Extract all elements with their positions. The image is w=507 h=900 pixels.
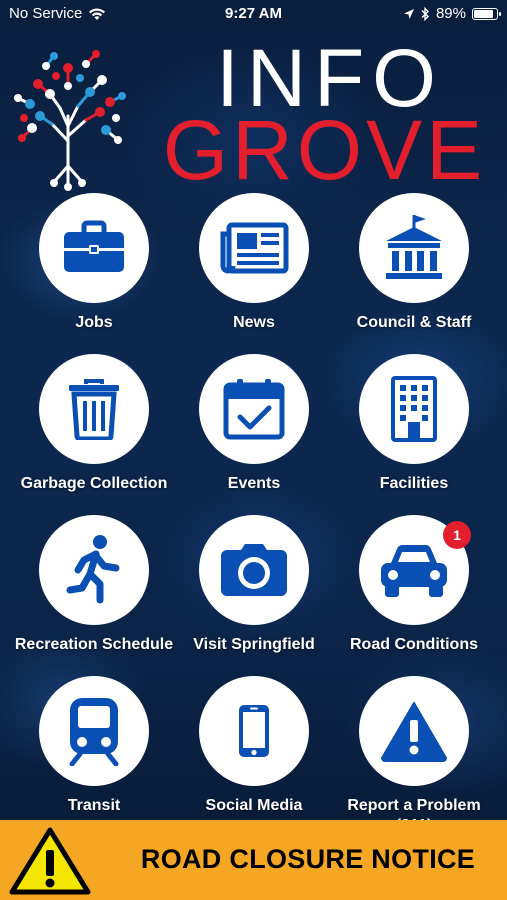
tile-label: News xyxy=(233,314,275,331)
tile-circle[interactable] xyxy=(39,676,149,786)
tile-events[interactable]: Events xyxy=(174,354,334,494)
tile-circle[interactable] xyxy=(199,515,309,625)
tile-label: Council & Staff xyxy=(356,314,472,331)
tile-circle[interactable] xyxy=(39,515,149,625)
tree-logo-icon xyxy=(14,50,126,191)
tile-label: Facilities xyxy=(379,475,449,492)
tile-circle[interactable] xyxy=(359,193,469,303)
tile-label: Social Media xyxy=(205,797,303,814)
app-title-line2: GROVE xyxy=(162,103,487,197)
tile-road-conditions[interactable]: 1 Road Conditions xyxy=(334,515,494,655)
battery-level xyxy=(474,9,493,18)
briefcase-icon xyxy=(64,220,124,272)
warning-triangle-icon xyxy=(9,827,91,895)
status-bar: No Service 9:27 AM 89% xyxy=(0,0,507,28)
tile-council-staff[interactable]: Council & Staff xyxy=(334,193,494,333)
trash-can-icon xyxy=(69,379,119,440)
calendar-check-icon xyxy=(223,379,285,440)
banner-text: ROAD CLOSURE NOTICE xyxy=(140,844,476,874)
tile-label: Events xyxy=(227,475,281,492)
carrier-label: No Service xyxy=(9,5,83,22)
status-right: 89% xyxy=(403,5,501,22)
tile-label: Recreation Schedule xyxy=(14,636,174,653)
tile-recreation-schedule[interactable]: Recreation Schedule xyxy=(14,515,174,655)
tile-circle[interactable] xyxy=(199,193,309,303)
location-arrow-icon xyxy=(403,8,414,19)
smartphone-icon xyxy=(239,705,269,757)
train-icon xyxy=(69,698,119,766)
tile-label: Visit Springfield xyxy=(193,636,315,653)
tile-circle[interactable] xyxy=(359,676,469,786)
tile-facilities[interactable]: Facilities xyxy=(334,354,494,494)
tile-label: Transit xyxy=(67,797,121,814)
tile-news[interactable]: News xyxy=(174,193,334,333)
tile-social-media[interactable]: Social Media xyxy=(174,676,334,816)
government-building-icon xyxy=(386,215,442,279)
tile-report-problem[interactable]: Report a Problem (311) xyxy=(334,676,494,836)
tile-circle[interactable] xyxy=(199,676,309,786)
tile-circle[interactable] xyxy=(199,354,309,464)
tile-transit[interactable]: Transit xyxy=(14,676,174,816)
tile-visit-springfield[interactable]: Visit Springfield xyxy=(174,515,334,655)
app-header: INFO GROVE xyxy=(0,38,507,192)
tile-label: Road Conditions xyxy=(350,636,478,653)
tile-circle[interactable] xyxy=(39,354,149,464)
newspaper-icon xyxy=(220,222,289,274)
road-closure-banner[interactable]: ROAD CLOSURE NOTICE xyxy=(0,820,507,900)
status-left: No Service xyxy=(9,5,106,22)
warning-triangle-icon xyxy=(381,702,447,762)
battery-icon xyxy=(472,7,501,20)
car-icon xyxy=(381,545,447,597)
running-person-icon xyxy=(66,535,120,604)
office-building-icon xyxy=(391,376,437,442)
battery-percent: 89% xyxy=(435,5,466,22)
tile-circle[interactable] xyxy=(359,354,469,464)
tile-label: Jobs xyxy=(75,314,113,331)
tile-circle[interactable]: 1 xyxy=(359,515,471,625)
wifi-icon xyxy=(89,7,106,20)
tile-label: Garbage Collection xyxy=(20,475,168,492)
bluetooth-icon xyxy=(421,6,429,21)
notification-badge: 1 xyxy=(443,521,471,549)
tile-circle[interactable] xyxy=(39,193,149,303)
camera-icon xyxy=(221,544,287,596)
tile-jobs[interactable]: Jobs xyxy=(14,193,174,333)
tile-garbage-collection[interactable]: Garbage Collection xyxy=(14,354,174,494)
